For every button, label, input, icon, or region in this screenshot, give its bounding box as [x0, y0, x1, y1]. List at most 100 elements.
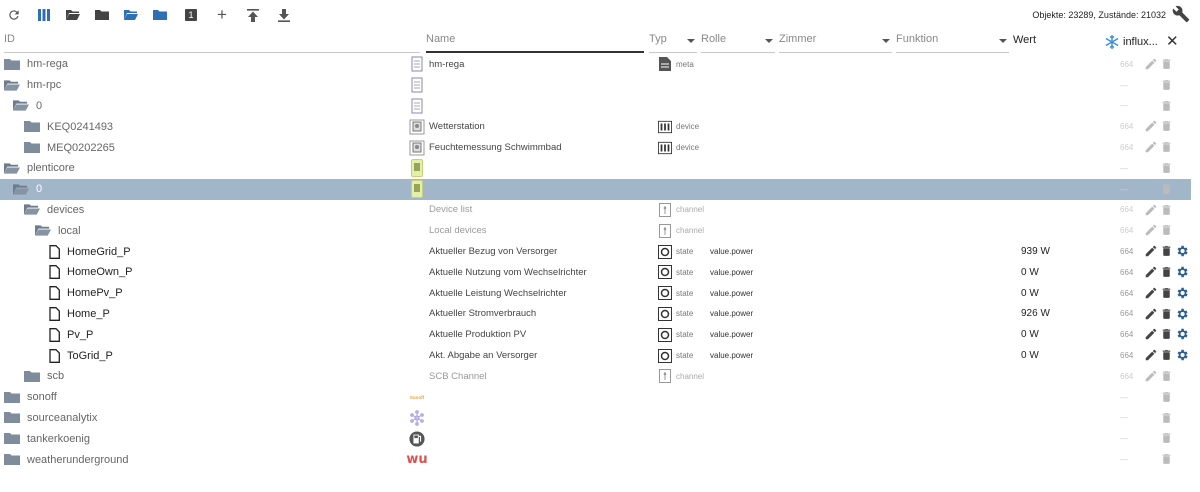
tree-row[interactable]: hm-rega hm-rega meta 664: [0, 54, 1191, 75]
row-value[interactable]: 0 W: [1021, 345, 1039, 366]
folder-icon[interactable]: [24, 120, 40, 133]
delete-icon[interactable]: [1160, 161, 1174, 175]
folder-icon[interactable]: [4, 58, 20, 71]
delete-icon[interactable]: [1160, 99, 1174, 113]
tree-row[interactable]: 0—: [0, 96, 1191, 117]
folder-open-icon[interactable]: [13, 183, 29, 196]
tree-row[interactable]: sourceanalytix —: [0, 408, 1191, 429]
gear-icon[interactable]: [1175, 307, 1189, 321]
edit-icon[interactable]: [1144, 348, 1158, 362]
tree-row[interactable]: HomeGrid_P Aktueller Bezug von Versorger s…: [0, 241, 1191, 262]
delete-icon[interactable]: [1160, 57, 1174, 71]
tree-row[interactable]: Home_P Aktueller Stromverbrauch state value…: [0, 304, 1191, 325]
edit-icon[interactable]: [1144, 244, 1158, 258]
edit-icon[interactable]: [1144, 119, 1158, 133]
row-value[interactable]: 0 W: [1021, 262, 1039, 283]
delete-icon[interactable]: [1160, 307, 1174, 321]
tree-row[interactable]: HomePv_P Aktuelle Leistung Wechselrichter…: [0, 283, 1191, 304]
tree-row[interactable]: weatherunderground wu —: [0, 449, 1191, 470]
folder-icon[interactable]: [4, 411, 20, 424]
delete-icon[interactable]: [1160, 286, 1174, 300]
row-value[interactable]: 939 W: [1021, 241, 1050, 262]
folder-open-icon[interactable]: [4, 162, 20, 175]
upload-icon[interactable]: [243, 6, 263, 24]
rolle-filter-select[interactable]: Rolle: [701, 33, 775, 53]
row-value[interactable]: 0 W: [1021, 283, 1039, 304]
folder-icon[interactable]: [4, 453, 20, 466]
folder-icon[interactable]: [92, 6, 112, 24]
folder-open-icon[interactable]: [63, 6, 83, 24]
edit-icon[interactable]: [1144, 223, 1158, 237]
row-value[interactable]: 926 W: [1021, 304, 1050, 325]
edit-icon[interactable]: [1144, 327, 1158, 341]
edit-icon[interactable]: [1144, 286, 1158, 300]
download-icon[interactable]: [274, 6, 294, 24]
wrench-icon[interactable]: [1172, 5, 1190, 23]
edit-icon[interactable]: [1144, 265, 1158, 279]
folder-open-icon[interactable]: [4, 79, 20, 92]
history-column-header[interactable]: influx...: [1104, 32, 1164, 52]
folder-icon[interactable]: [4, 432, 20, 445]
tree-row[interactable]: KEQ0241493 Wetterstation device 664: [0, 116, 1191, 137]
edit-icon[interactable]: [1144, 307, 1158, 321]
delete-icon[interactable]: [1160, 390, 1174, 404]
tree-row[interactable]: HomeOwn_P Aktuelle Nutzung vom Wechselric…: [0, 262, 1191, 283]
add-icon[interactable]: +: [212, 5, 232, 24]
delete-icon[interactable]: [1160, 348, 1174, 362]
edit-icon[interactable]: [1144, 140, 1158, 154]
file-icon[interactable]: [49, 286, 60, 301]
gear-icon[interactable]: [1175, 244, 1189, 258]
typ-filter-select[interactable]: Typ: [649, 33, 697, 53]
id-filter-input[interactable]: ID: [4, 33, 420, 53]
tree-row[interactable]: plenticore —: [0, 158, 1191, 179]
edit-icon[interactable]: [1144, 203, 1158, 217]
tree-row[interactable]: devices Device list channel 664: [0, 200, 1191, 221]
row-value[interactable]: 0 W: [1021, 324, 1039, 345]
refresh-icon[interactable]: [4, 6, 24, 24]
delete-icon[interactable]: [1160, 431, 1174, 445]
gear-icon[interactable]: [1175, 265, 1189, 279]
folder-open-icon[interactable]: [35, 224, 51, 237]
delete-icon[interactable]: [1160, 244, 1174, 258]
folder-open-blue-icon[interactable]: [121, 6, 141, 24]
tree-row[interactable]: scb SCB Channel channel 664: [0, 366, 1191, 387]
delete-icon[interactable]: [1160, 369, 1174, 383]
delete-icon[interactable]: [1160, 327, 1174, 341]
folder-icon[interactable]: [24, 141, 40, 154]
file-icon[interactable]: [49, 327, 60, 342]
folder-icon[interactable]: [4, 391, 20, 404]
tree-row[interactable]: hm-rpc —: [0, 75, 1191, 96]
close-icon[interactable]: ✕: [1166, 32, 1179, 50]
delete-icon[interactable]: [1160, 411, 1174, 425]
file-icon[interactable]: [49, 307, 60, 321]
tree-row[interactable]: ToGrid_P Akt. Abgabe an Versorger state val…: [0, 345, 1191, 366]
gear-icon[interactable]: [1175, 348, 1189, 362]
gear-icon[interactable]: [1175, 286, 1189, 300]
delete-icon[interactable]: [1160, 265, 1174, 279]
delete-icon[interactable]: [1160, 119, 1174, 133]
delete-icon[interactable]: [1160, 223, 1174, 237]
file-icon[interactable]: [49, 348, 60, 363]
badge-one-icon[interactable]: 1: [181, 6, 201, 24]
delete-icon[interactable]: [1160, 203, 1174, 217]
columns-icon[interactable]: [35, 6, 55, 24]
delete-icon[interactable]: [1160, 140, 1174, 154]
tree-row[interactable]: Pv_P Aktuelle Produktion PV state value.pow…: [0, 324, 1191, 345]
folder-open-icon[interactable]: [24, 203, 40, 216]
folder-icon[interactable]: [24, 370, 40, 383]
delete-icon[interactable]: [1160, 78, 1174, 92]
tree-row[interactable]: MEQ0202265 Feuchtemessung Schwimmbad devic…: [0, 137, 1191, 158]
funktion-filter-select[interactable]: Funktion: [896, 33, 1009, 53]
zimmer-filter-select[interactable]: Zimmer: [779, 33, 892, 53]
file-icon[interactable]: [49, 244, 60, 259]
tree-row[interactable]: tankerkoenig —: [0, 428, 1191, 449]
edit-icon[interactable]: [1144, 57, 1158, 71]
tree-row[interactable]: 0—: [0, 178, 1191, 200]
folder-blue-icon[interactable]: [150, 6, 170, 24]
tree-row[interactable]: local Local devices channel 664: [0, 220, 1191, 241]
file-icon[interactable]: [49, 265, 60, 280]
delete-icon[interactable]: [1160, 452, 1174, 466]
name-filter-input[interactable]: Name: [426, 33, 644, 53]
delete-icon[interactable]: [1160, 182, 1174, 196]
gear-icon[interactable]: [1175, 327, 1189, 341]
